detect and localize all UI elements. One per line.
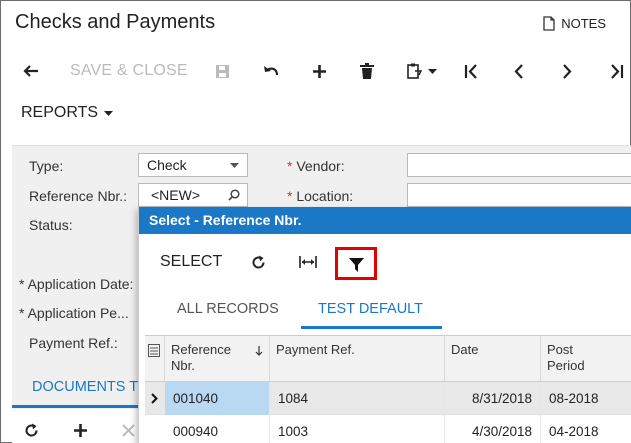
plus-icon [313,64,326,78]
undo-button[interactable] [263,55,279,87]
tab-underline [12,405,138,408]
grid-settings-header[interactable] [145,336,165,382]
column-header-date[interactable]: Date [445,336,541,382]
refresh-icon[interactable] [24,423,39,438]
cell-post-period[interactable]: 08-2018 [541,382,631,415]
cell-payment-ref[interactable]: 1003 [270,415,445,443]
filter-icon [349,258,364,272]
reference-nbr-lookup-dialog: Select - Reference Nbr. SELECT ALL RECOR… [138,207,631,443]
type-select[interactable]: Check [138,153,248,177]
plus-icon[interactable] [73,423,88,438]
first-icon [464,63,477,79]
save-button[interactable] [215,55,230,87]
grid-settings-icon [148,344,160,357]
save-close-button[interactable]: SAVE & CLOSE [70,55,188,87]
application-date-label: * Application Date: [19,276,134,292]
tab-test-default[interactable]: TEST DEFAULT [301,293,442,329]
status-label: Status: [29,217,73,233]
type-value: Check [147,157,187,173]
close-icon[interactable] [122,424,135,437]
cell-date[interactable]: 4/30/2018 [445,415,541,443]
delete-icon [360,63,374,79]
first-record-button[interactable] [464,55,478,87]
cell-reference-nbr[interactable]: 000940 [165,415,270,443]
vendor-input[interactable] [407,153,631,177]
reports-label: REPORTS [21,104,99,121]
add-button[interactable] [312,55,327,87]
clipboard-icon [407,63,422,79]
dialog-toolbar: SELECT [139,247,631,280]
chevron-right-icon [563,63,572,79]
payment-ref-label: Payment Ref.: [29,335,118,351]
reference-nbr-value: <NEW> [151,187,201,203]
cell-date[interactable]: 8/31/2018 [445,382,541,415]
fit-columns-icon[interactable] [299,255,317,269]
row-indicator-icon [151,393,158,404]
arrow-left-icon [23,65,38,77]
copy-paste-menu[interactable] [407,55,437,87]
location-label: * Location: [287,188,354,204]
reference-nbr-input[interactable]: <NEW> [138,183,248,207]
cell-post-period[interactable]: 04-2018 [541,415,631,443]
cell-reference-nbr[interactable]: 001040 [165,382,270,415]
delete-button[interactable] [360,55,374,87]
cell-payment-ref[interactable]: 1084 [270,382,445,415]
caret-down-icon [428,68,437,74]
table-row[interactable]: 000940 1003 4/30/2018 04-2018 [145,415,631,443]
search-icon [228,189,240,201]
reference-nbr-label: Reference Nbr.: [29,188,128,204]
previous-record-button[interactable] [514,55,524,87]
note-icon [543,16,555,31]
main-toolbar: SAVE & CLOSE [1,55,631,89]
select-button[interactable]: SELECT [160,253,222,271]
tab-documents[interactable]: DOCUMENTS T [32,379,138,395]
caret-down-icon [104,110,114,116]
column-header-payment-ref[interactable]: Payment Ref. [270,336,445,382]
location-input[interactable] [407,183,631,207]
dialog-tabs: ALL RECORDS TEST DEFAULT [139,293,631,329]
tab-all-records[interactable]: ALL RECORDS [177,293,279,329]
back-button[interactable] [23,55,39,87]
table-row[interactable]: 001040 1084 8/31/2018 08-2018 [145,382,631,415]
lookup-grid: Reference Nbr. Payment Ref. Date Post Pe… [145,335,631,443]
refresh-icon[interactable] [251,255,266,270]
vendor-label: * Vendor: [287,158,345,174]
application-period-label: * Application Pe... [19,305,129,321]
next-record-button[interactable] [562,55,572,87]
last-record-button[interactable] [610,55,624,87]
dialog-title: Select - Reference Nbr. [139,207,631,234]
documents-toolbar [12,409,138,443]
filter-button[interactable] [335,247,377,280]
column-header-post-period[interactable]: Post Period [541,336,631,382]
page-title: Checks and Payments [15,11,216,33]
save-icon [216,64,229,78]
column-header-reference-nbr[interactable]: Reference Nbr. [165,336,270,382]
reports-menu[interactable]: REPORTS [21,104,114,122]
chevron-left-icon [514,63,523,79]
type-label: Type: [29,158,64,174]
notes-button[interactable]: NOTES [543,16,606,31]
notes-label: NOTES [561,16,606,31]
undo-icon [264,66,279,76]
sort-desc-icon [255,346,263,356]
chevron-down-icon [230,163,239,168]
last-icon [611,63,624,79]
